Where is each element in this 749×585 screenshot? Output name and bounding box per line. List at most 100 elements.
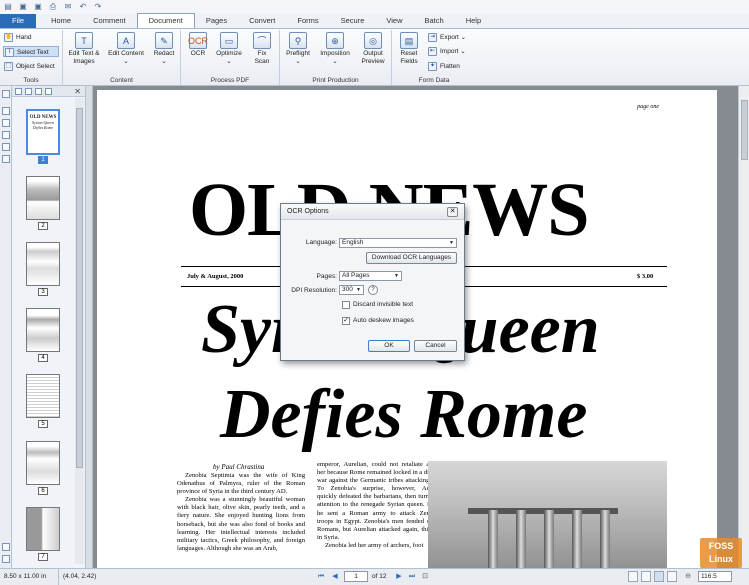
zoom-level-select[interactable]: 116.5: [698, 571, 732, 582]
delete-page-icon[interactable]: [35, 87, 42, 95]
scrollbar-thumb[interactable]: [76, 108, 83, 468]
next-page-icon[interactable]: ▶: [394, 571, 404, 582]
edit-content-icon: A: [117, 32, 135, 49]
facing-view-icon[interactable]: [654, 571, 664, 582]
flatten-button[interactable]: ✦ Flatten: [427, 61, 473, 72]
page-thumbnail[interactable]: OLD NEWS Syrian Queen Defies Rome: [26, 109, 60, 155]
imposition-button[interactable]: ⊕ Imposition ⌄: [316, 32, 354, 66]
headline-line-2: Defies Rome: [220, 376, 588, 453]
comments-icon[interactable]: [2, 143, 10, 151]
attachments-icon[interactable]: [2, 131, 10, 139]
edit-text-images-button[interactable]: T Edit Text & Images: [66, 32, 102, 66]
document-scrollbar[interactable]: [738, 86, 749, 568]
download-ocr-languages-button[interactable]: Download OCR Languages: [366, 252, 457, 264]
dpi-select[interactable]: 300 ▼: [339, 285, 364, 295]
tab-file[interactable]: File: [0, 14, 37, 28]
reset-fields-button[interactable]: ▤ Reset Fields: [395, 32, 423, 66]
print-production-group-label: Print Production: [312, 77, 359, 84]
tab-document[interactable]: Document: [136, 13, 195, 28]
undo-icon[interactable]: ↶: [78, 2, 88, 12]
settings-icon[interactable]: [2, 555, 10, 563]
previous-page-icon[interactable]: ◀: [330, 571, 340, 582]
page-thumbnail[interactable]: [26, 176, 60, 220]
object-select-button[interactable]: ⬚ Object Select: [3, 61, 61, 72]
tab-help[interactable]: Help: [455, 14, 492, 28]
page-number-input[interactable]: 1: [344, 571, 368, 582]
ocr-button[interactable]: OCR OCR: [185, 32, 211, 58]
tab-convert[interactable]: Convert: [238, 14, 286, 28]
redo-icon[interactable]: ↷: [93, 2, 103, 12]
preflight-button[interactable]: ⚲ Preflight ⌄: [283, 32, 313, 66]
reset-label: Reset: [400, 50, 418, 57]
discard-invisible-text-checkbox[interactable]: [342, 301, 350, 309]
rotate-page-icon[interactable]: [45, 87, 52, 95]
insert-page-icon[interactable]: [25, 87, 32, 95]
save-as-icon[interactable]: ▣: [33, 2, 43, 12]
ok-button[interactable]: OK: [368, 340, 410, 352]
thumbnails-scrollbar[interactable]: [75, 98, 84, 564]
sticky-page-icon[interactable]: ⊡: [420, 571, 430, 582]
cancel-button[interactable]: Cancel: [414, 340, 457, 352]
redact-label: Redact: [153, 50, 175, 57]
edit-content-label: Edit Content: [108, 50, 144, 57]
fix-scan-button[interactable]: ⌒ Fix Scan: [247, 32, 277, 66]
first-page-icon[interactable]: ⏮: [316, 571, 326, 582]
import-button[interactable]: ⇤ Import ⌄: [427, 46, 473, 57]
tab-secure[interactable]: Secure: [330, 14, 376, 28]
bookmarks-icon[interactable]: [2, 107, 10, 115]
page-thumbnail[interactable]: [26, 308, 60, 352]
fields-icon[interactable]: [2, 155, 10, 163]
thumbnail-options-icon[interactable]: [15, 87, 22, 95]
tab-view[interactable]: View: [375, 14, 413, 28]
preflight-label: Preflight: [286, 50, 310, 57]
ocr-options-dialog: OCR Options ✕ Language: English ▼ Downloa…: [280, 203, 465, 361]
auto-deskew-checkbox[interactable]: ✓: [342, 317, 350, 325]
page-thumbnail[interactable]: [26, 441, 60, 485]
export-button[interactable]: ⇥ Export ⌄: [427, 32, 473, 43]
close-icon[interactable]: ✕: [74, 86, 81, 97]
redact-button[interactable]: ✎ Redact ⌄: [150, 32, 178, 66]
close-icon[interactable]: ✕: [447, 207, 458, 217]
layers-icon[interactable]: [2, 119, 10, 127]
export-icon: ⇥: [428, 33, 437, 42]
print-icon[interactable]: ⎙: [48, 2, 58, 12]
tab-home[interactable]: Home: [40, 14, 82, 28]
hand-tool-button[interactable]: ✋ Hand: [3, 32, 59, 43]
select-text-button[interactable]: I Select Text: [3, 46, 59, 57]
language-select[interactable]: English ▼: [339, 238, 457, 248]
imposition-label: Imposition: [320, 50, 350, 57]
save-icon[interactable]: ▣: [18, 2, 28, 12]
tab-forms[interactable]: Forms: [286, 14, 329, 28]
thumbnails-panel-icon[interactable]: [2, 90, 10, 98]
app-menu-icon[interactable]: ▤: [3, 2, 13, 12]
scanner-icon: ⌒: [253, 32, 271, 49]
tab-pages[interactable]: Pages: [195, 14, 238, 28]
properties-icon[interactable]: [2, 543, 10, 551]
page-thumbnail[interactable]: [26, 374, 60, 418]
single-page-view-icon[interactable]: [628, 571, 638, 582]
page-number-label: 4: [38, 354, 48, 362]
optimize-button[interactable]: ▭ Optimize ⌄: [214, 32, 244, 66]
page-thumbnail[interactable]: [26, 507, 60, 551]
page-thumbnail[interactable]: [26, 242, 60, 286]
scrollbar-thumb[interactable]: [741, 100, 748, 160]
email-icon[interactable]: ✉: [63, 2, 73, 12]
pages-select[interactable]: All Pages ▼: [339, 271, 402, 281]
export-caret-icon: ⌄: [458, 34, 467, 41]
import-caret-icon: ⌄: [458, 48, 466, 55]
hand-label: Hand: [16, 34, 32, 41]
last-page-icon[interactable]: ⏭: [407, 571, 417, 582]
tab-batch[interactable]: Batch: [414, 14, 455, 28]
discard-invisible-text-label: Discard invisible text: [353, 301, 414, 308]
ocr-label: OCR: [190, 50, 206, 57]
continuous-facing-view-icon[interactable]: [667, 571, 677, 582]
tab-comment[interactable]: Comment: [82, 14, 137, 28]
print-production-group: ⚲ Preflight ⌄ ⊕ Imposition ⌄ ◎ Output Preview …: [280, 30, 392, 85]
edit-content-button[interactable]: A Edit Content ⌄: [106, 32, 146, 66]
help-icon[interactable]: ?: [368, 285, 378, 295]
output-preview-button[interactable]: ◎ Output Preview: [357, 32, 389, 66]
panel-splitter[interactable]: [86, 86, 93, 568]
zoom-out-icon[interactable]: ⊖: [683, 571, 693, 582]
form-data-group-label: Form Data: [418, 77, 450, 84]
continuous-view-icon[interactable]: [641, 571, 651, 582]
